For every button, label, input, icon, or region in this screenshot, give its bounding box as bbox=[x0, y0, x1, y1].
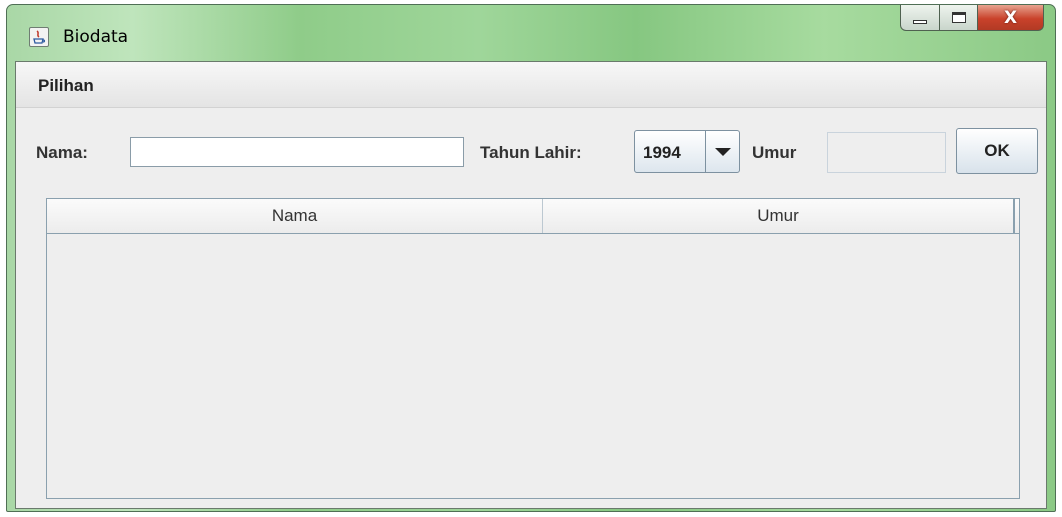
app-window: Biodata X Pilihan Nama: Tahun Lahir: 199… bbox=[6, 4, 1056, 512]
combo-divider bbox=[705, 131, 706, 172]
minimize-icon bbox=[913, 19, 927, 24]
ok-button[interactable]: OK bbox=[956, 128, 1038, 174]
table-header: Nama Umur bbox=[47, 199, 1019, 234]
nama-label: Nama: bbox=[36, 143, 88, 162]
column-header-umur[interactable]: Umur bbox=[543, 199, 1015, 233]
tahun-lahir-select[interactable]: 1994 bbox=[634, 130, 740, 173]
column-header-nama[interactable]: Nama bbox=[47, 199, 543, 233]
close-button[interactable]: X bbox=[978, 5, 1044, 31]
java-icon bbox=[29, 27, 49, 47]
window-title: Biodata bbox=[63, 27, 129, 47]
menu-pilihan[interactable]: Pilihan bbox=[38, 76, 94, 96]
minimize-button[interactable] bbox=[900, 5, 940, 31]
maximize-icon bbox=[951, 12, 966, 23]
tahun-lahir-label: Tahun Lahir: bbox=[480, 143, 582, 162]
umur-field bbox=[827, 132, 946, 173]
umur-label: Umur bbox=[752, 143, 797, 162]
title-bar[interactable]: Biodata X bbox=[7, 5, 1055, 61]
window-controls: X bbox=[900, 5, 1044, 31]
client-area: Pilihan Nama: Tahun Lahir: 1994 Umur OK … bbox=[15, 61, 1047, 509]
menu-bar: Pilihan bbox=[16, 62, 1046, 108]
chevron-down-icon[interactable] bbox=[715, 148, 731, 156]
nama-input[interactable] bbox=[130, 137, 464, 167]
tahun-lahir-value: 1994 bbox=[643, 143, 681, 162]
maximize-button[interactable] bbox=[940, 5, 978, 31]
biodata-table[interactable]: Nama Umur bbox=[46, 198, 1020, 499]
close-icon: X bbox=[1003, 7, 1018, 28]
